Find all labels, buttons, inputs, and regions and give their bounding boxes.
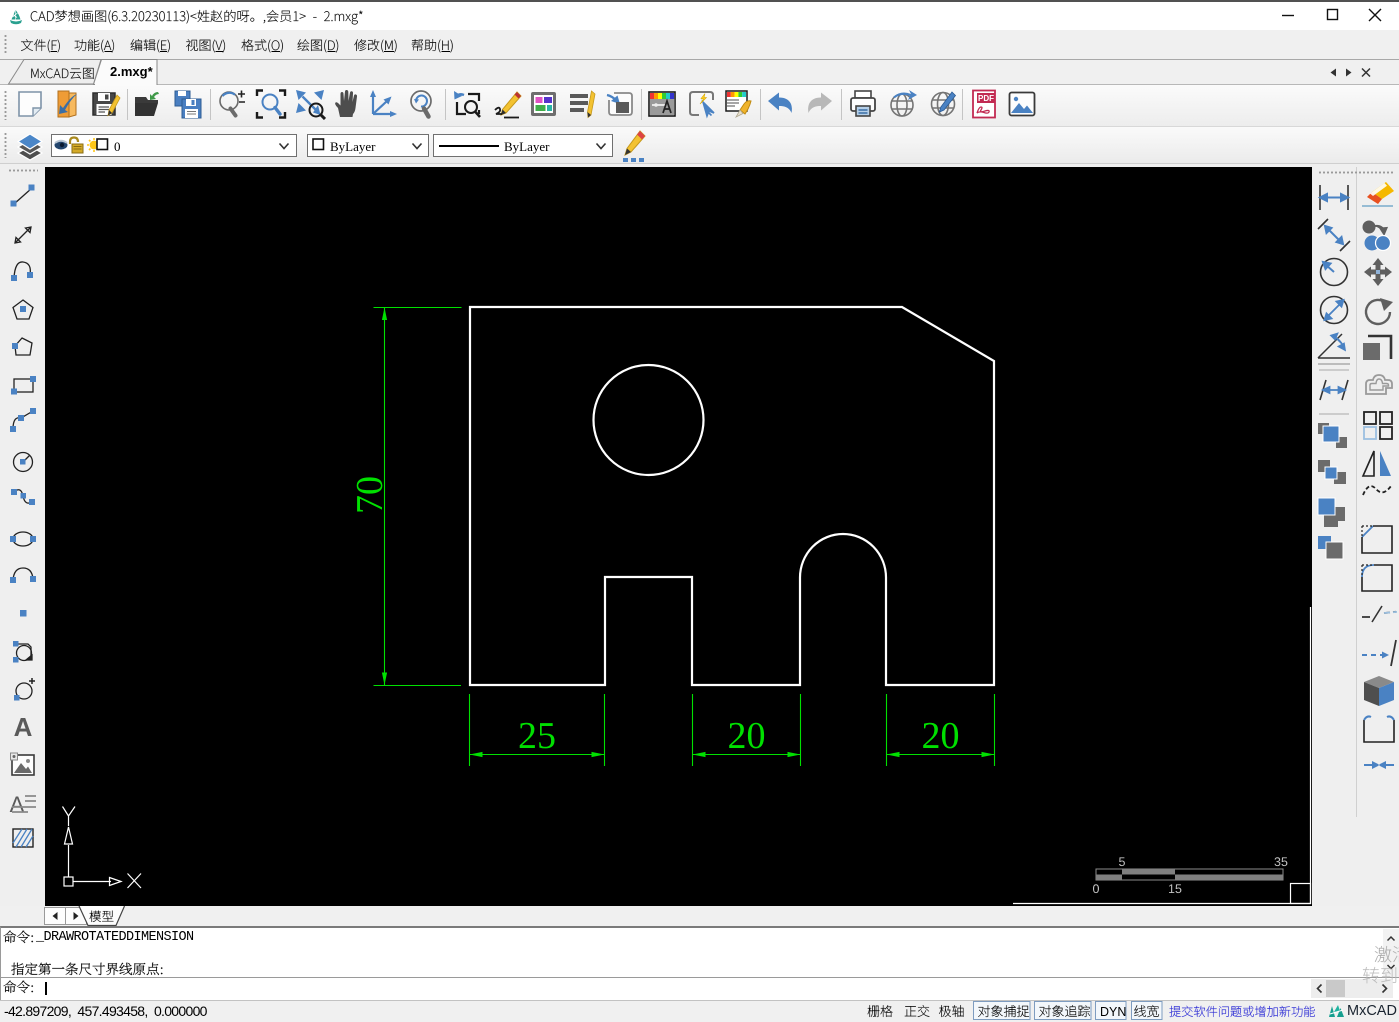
svg-text:A: A [14, 712, 33, 742]
svg-text:PDF: PDF [978, 94, 994, 103]
svg-text:A: A [10, 792, 25, 817]
